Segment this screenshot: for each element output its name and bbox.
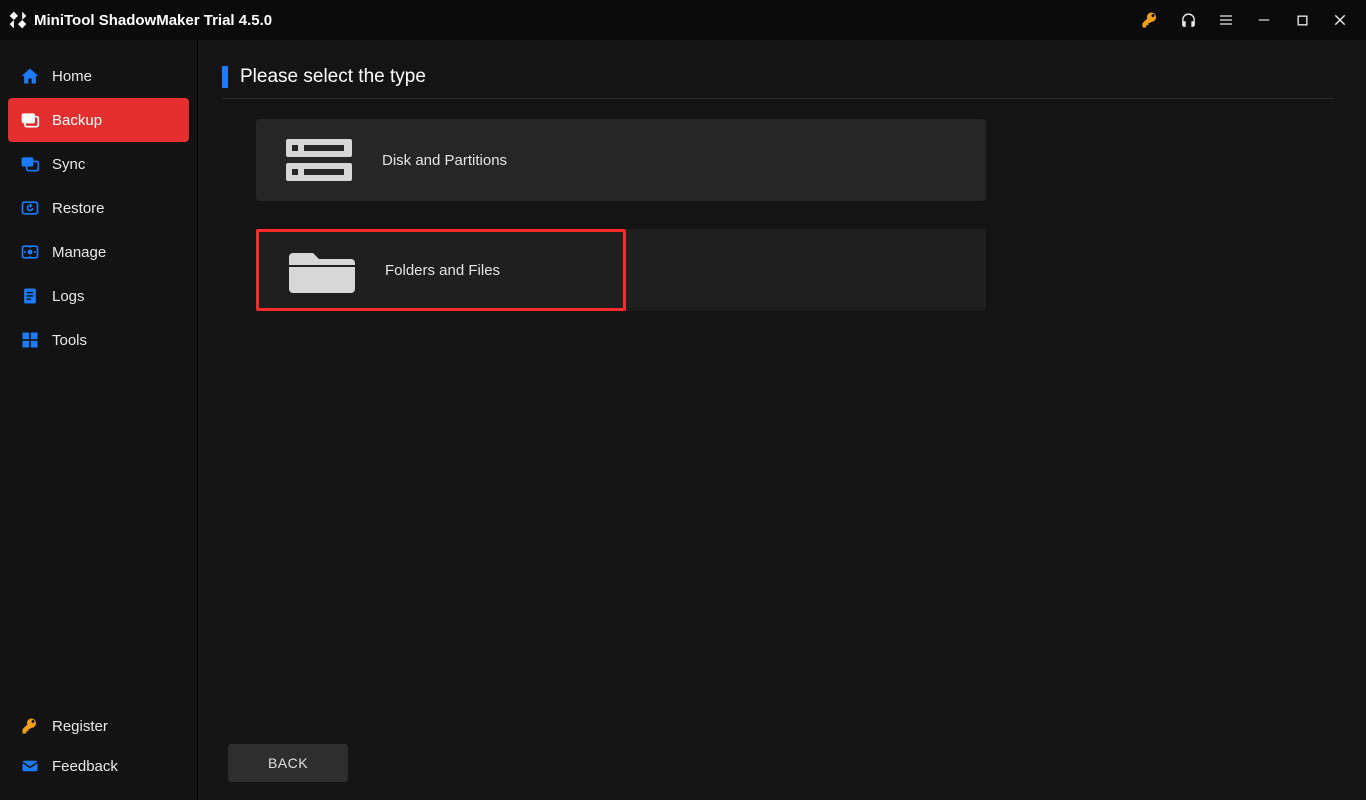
backup-icon <box>20 110 40 130</box>
sidebar-item-backup[interactable]: Backup <box>8 98 189 142</box>
page-title: Please select the type <box>240 66 426 88</box>
sync-icon <box>20 154 40 174</box>
main-panel: Please select the type Disk <box>198 40 1366 800</box>
sidebar-item-label: Register <box>52 718 108 735</box>
home-icon <box>20 66 40 86</box>
option-folders-and-files[interactable]: Folders and Files <box>256 229 986 311</box>
sidebar-item-label: Manage <box>52 244 106 261</box>
sidebar-item-manage[interactable]: Manage <box>8 230 189 274</box>
sidebar-item-register[interactable]: Register <box>8 706 189 746</box>
logs-icon <box>20 286 40 306</box>
sidebar-item-label: Home <box>52 68 92 85</box>
option-label: Folders and Files <box>385 262 500 279</box>
sidebar-item-label: Backup <box>52 112 102 129</box>
title-bar: MiniTool ShadowMaker Trial 4.5.0 <box>0 0 1366 40</box>
manage-icon <box>20 242 40 262</box>
sidebar-item-tools[interactable]: Tools <box>8 318 189 362</box>
register-key-icon <box>20 716 40 736</box>
option-disk-and-partitions[interactable]: Disk and Partitions <box>256 119 986 201</box>
folder-icon <box>287 243 357 297</box>
sidebar: Home Backup Sync Restore <box>0 40 198 800</box>
minimize-icon[interactable] <box>1254 10 1274 30</box>
sidebar-item-label: Sync <box>52 156 85 173</box>
sidebar-item-label: Feedback <box>52 758 118 775</box>
disk-partitions-icon <box>284 133 354 187</box>
sidebar-item-logs[interactable]: Logs <box>8 274 189 318</box>
app-title: MiniTool ShadowMaker Trial 4.5.0 <box>34 12 272 29</box>
option-label: Disk and Partitions <box>382 152 507 169</box>
headset-icon[interactable] <box>1178 10 1198 30</box>
sidebar-item-restore[interactable]: Restore <box>8 186 189 230</box>
sidebar-item-label: Logs <box>52 288 85 305</box>
maximize-icon[interactable] <box>1292 10 1312 30</box>
sidebar-item-home[interactable]: Home <box>8 54 189 98</box>
sidebar-item-label: Tools <box>52 332 87 349</box>
key-icon[interactable] <box>1140 10 1160 30</box>
back-button[interactable]: BACK <box>228 744 348 782</box>
app-logo-icon <box>8 10 28 30</box>
sidebar-item-sync[interactable]: Sync <box>8 142 189 186</box>
sidebar-item-label: Restore <box>52 200 105 217</box>
back-button-label: BACK <box>268 755 308 771</box>
heading-accent-bar <box>222 66 228 88</box>
restore-icon <box>20 198 40 218</box>
page-heading: Please select the type <box>222 66 1334 99</box>
feedback-mail-icon <box>20 756 40 776</box>
close-icon[interactable] <box>1330 10 1350 30</box>
sidebar-item-feedback[interactable]: Feedback <box>8 746 189 786</box>
tools-icon <box>20 330 40 350</box>
menu-icon[interactable] <box>1216 10 1236 30</box>
